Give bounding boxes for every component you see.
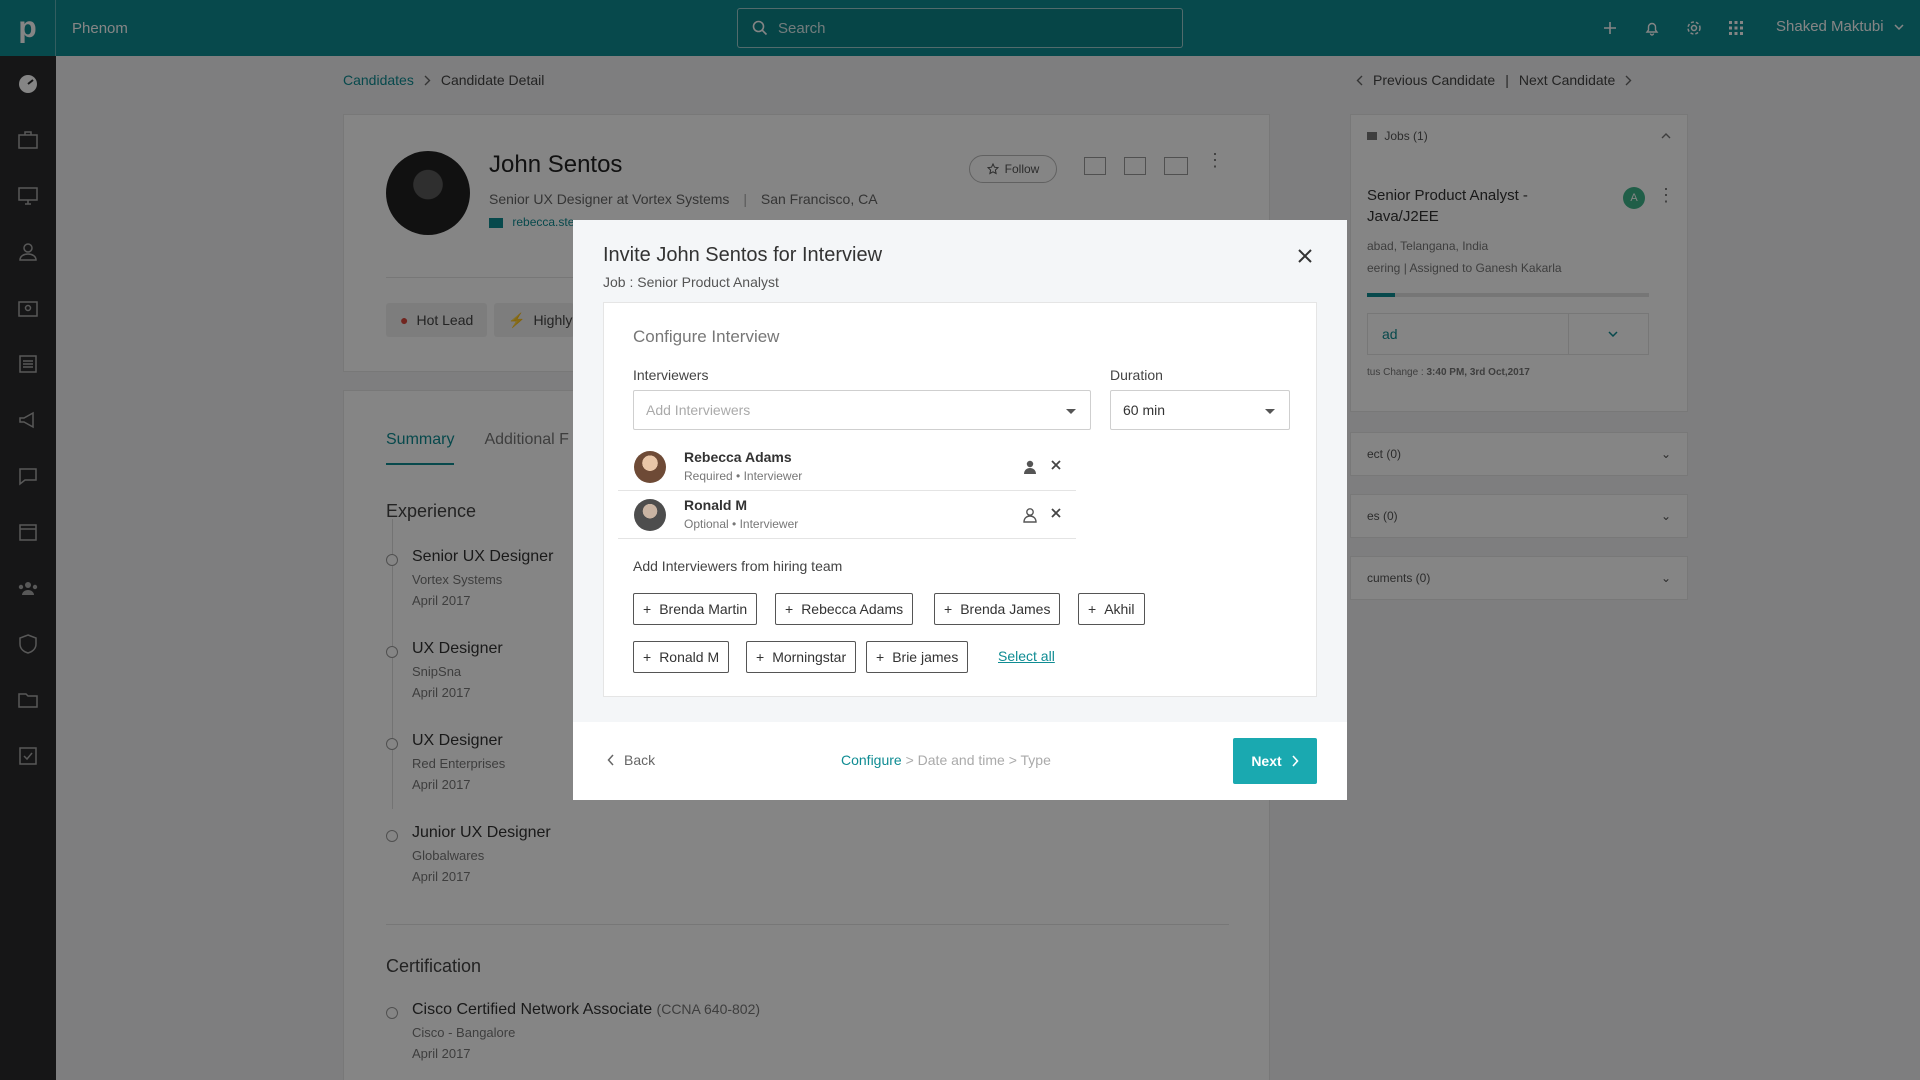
modal-footer: Back Configure > Date and time > Type Ne… xyxy=(573,722,1347,800)
interviewer-role: Required • Interviewer xyxy=(684,469,803,483)
dropdown-caret-icon xyxy=(1265,409,1275,414)
chip-label: Morningstar xyxy=(772,649,847,665)
interviewer-row: Ronald M Optional • Interviewer xyxy=(618,491,1076,539)
configure-title: Configure Interview xyxy=(633,327,780,346)
chip-label: Brenda James xyxy=(960,601,1051,617)
chip-label: Ronald M xyxy=(659,649,720,665)
hiring-team-label: Add Interviewers from hiring team xyxy=(633,558,843,574)
plus-icon: + xyxy=(1088,601,1097,617)
add-chip-ronald-m[interactable]: + Ronald M xyxy=(633,641,730,673)
chip-label: Akhil xyxy=(1104,601,1135,617)
person-icon[interactable] xyxy=(1022,507,1038,523)
duration-label: Duration xyxy=(1110,367,1163,383)
configure-interview-panel: Configure Interview Interviewers Add Int… xyxy=(603,302,1317,697)
interviewer-name: Rebecca Adams xyxy=(684,449,792,465)
modal-title: Invite John Sentos for Interview xyxy=(603,244,883,266)
plus-icon: + xyxy=(643,649,652,665)
person-icon[interactable] xyxy=(1022,459,1038,475)
chip-label: Rebecca Adams xyxy=(801,601,904,617)
close-icon xyxy=(1298,249,1312,263)
avatar xyxy=(634,451,666,483)
duration-select[interactable]: 60 min xyxy=(1110,390,1290,430)
back-label: Back xyxy=(624,752,656,768)
invite-interview-modal: Invite John Sentos for Interview Job : S… xyxy=(573,220,1347,800)
plus-icon: + xyxy=(643,601,652,617)
add-interviewers-placeholder: Add Interviewers xyxy=(646,402,751,418)
chip-label: Brie james xyxy=(892,649,959,665)
plus-icon: + xyxy=(756,649,765,665)
avatar xyxy=(634,499,666,531)
add-chip-brenda-martin[interactable]: + Brenda Martin xyxy=(633,593,758,625)
add-interviewers-select[interactable]: Add Interviewers xyxy=(633,390,1091,430)
plus-icon: + xyxy=(785,601,794,617)
chevron-left-icon xyxy=(607,754,614,766)
interviewer-name: Ronald M xyxy=(684,497,747,513)
chevron-right-icon xyxy=(1292,755,1299,767)
next-button[interactable]: Next xyxy=(1233,738,1317,784)
next-label: Next xyxy=(1251,753,1282,769)
interviewer-row: Rebecca Adams Required • Interviewer xyxy=(618,443,1076,491)
modal-subtitle: Job : Senior Product Analyst xyxy=(603,274,779,290)
duration-value: 60 min xyxy=(1123,402,1166,418)
remove-icon[interactable] xyxy=(1050,507,1062,519)
add-chip-brie-james[interactable]: + Brie james xyxy=(866,641,969,673)
select-all-link[interactable]: Select all xyxy=(998,648,1055,664)
add-chip-akhil[interactable]: + Akhil xyxy=(1078,593,1145,625)
add-chip-rebecca-adams[interactable]: + Rebecca Adams xyxy=(775,593,914,625)
interviewer-role: Optional • Interviewer xyxy=(684,517,799,531)
wizard-steps: Configure > Date and time > Type xyxy=(841,752,1051,768)
step-remaining: > Date and time > Type xyxy=(901,752,1051,768)
dropdown-caret-icon xyxy=(1066,409,1076,414)
plus-icon: + xyxy=(876,649,885,665)
add-chip-morningstar[interactable]: + Morningstar xyxy=(746,641,857,673)
back-button[interactable]: Back xyxy=(607,752,655,768)
interviewers-label: Interviewers xyxy=(633,367,709,383)
close-button[interactable] xyxy=(1293,244,1317,268)
step-configure: Configure xyxy=(841,752,902,768)
remove-icon[interactable] xyxy=(1050,459,1062,471)
add-chip-brenda-james[interactable]: + Brenda James xyxy=(934,593,1061,625)
chip-label: Brenda Martin xyxy=(659,601,748,617)
plus-icon: + xyxy=(944,601,953,617)
